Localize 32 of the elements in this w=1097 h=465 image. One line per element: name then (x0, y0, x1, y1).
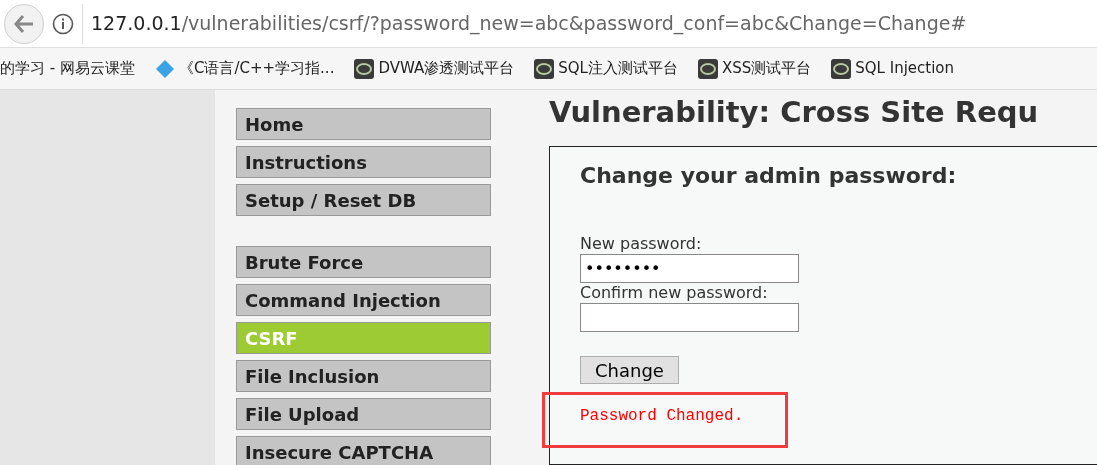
ring-icon (354, 58, 375, 79)
form-title: Change your admin password: (580, 162, 957, 190)
bookmark[interactable]: SQL Injection (831, 57, 954, 80)
status-message: Password Changed. (580, 406, 744, 427)
back-button[interactable] (4, 3, 44, 44)
menu-item[interactable]: Setup / Reset DB (236, 184, 491, 216)
field-label: Confirm new password: (580, 283, 769, 303)
ring-icon (697, 58, 718, 79)
change-button[interactable]: Change (580, 356, 679, 384)
bookmark[interactable]: XSS测试平台 (697, 57, 812, 80)
password-field[interactable] (580, 303, 799, 332)
menu-item[interactable]: Home (236, 108, 491, 140)
bookmark[interactable]: 的学习 - 网易云课堂 (0, 57, 135, 80)
ring-icon (831, 58, 852, 79)
url-path: /vulnerabilities/csrf/?password_new=abc&password_conf=abc&Change=Change# (181, 11, 967, 37)
back-arrow-icon (14, 14, 34, 33)
field-label: New password: (580, 234, 703, 254)
page-title: Vulnerability: Cross Site Requ (549, 94, 1040, 131)
menu-item[interactable]: File Inclusion (236, 360, 491, 392)
menu-item[interactable]: Brute Force (236, 246, 491, 278)
bookmark[interactable]: SQL注入测试平台 (534, 57, 678, 80)
info-icon (52, 12, 74, 35)
menu-item[interactable]: Instructions (236, 146, 491, 178)
menu-item[interactable]: File Upload (236, 398, 491, 430)
diamond-icon (154, 58, 175, 79)
password-field[interactable]: •••••••• (580, 254, 799, 283)
url-host: 127.0.0.1 (91, 11, 182, 37)
bookmark[interactable]: DVWA渗透测试平台 (354, 57, 515, 80)
menu-item[interactable]: Insecure CAPTCHA (236, 436, 491, 465)
bookmark[interactable]: 《C语言/C++学习指... (154, 57, 335, 80)
ring-icon (534, 58, 555, 79)
menu-item[interactable]: Command Injection (236, 284, 491, 316)
